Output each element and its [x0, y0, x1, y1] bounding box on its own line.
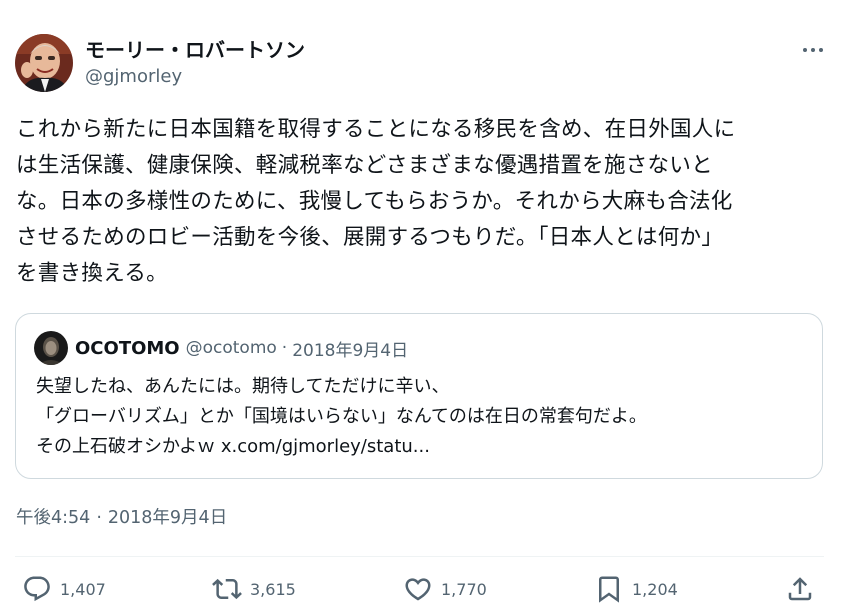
- bookmark-count: 1,204: [632, 579, 678, 599]
- retweet-count: 3,615: [250, 579, 296, 599]
- retweet-button[interactable]: 3,615: [212, 574, 296, 604]
- more-dot-icon: [811, 48, 815, 52]
- reply-button[interactable]: 1,407: [22, 574, 106, 604]
- like-button[interactable]: 1,770: [403, 574, 487, 604]
- reply-count: 1,407: [60, 579, 106, 599]
- tweet-text-line: は生活保護、健康保険、軽減税率などさまざまな優遇措置を施さないと: [16, 153, 713, 178]
- author-info: モーリー・ロバートソン @gjmorley: [85, 37, 305, 89]
- quoted-author-avatar[interactable]: [34, 331, 68, 365]
- action-bar: 1,407 3,615 1,770 1,204: [0, 570, 848, 610]
- timestamp-separator: ·: [96, 508, 102, 528]
- tweet-text-line: これから新たに日本国籍を取得することになる移民を含め、在日外国人に: [16, 117, 736, 142]
- tweet-date: 2018年9月4日: [107, 508, 228, 528]
- tweet-header: モーリー・ロバートソン @gjmorley: [15, 34, 830, 92]
- more-dot-icon: [803, 48, 807, 52]
- quoted-text-line: その上石破オシかよｗ x.com/gjmorley/statu...: [36, 436, 430, 457]
- author-avatar[interactable]: [15, 34, 73, 92]
- tweet: モーリー・ロバートソン @gjmorley これから新たに日本国籍を取得すること…: [0, 0, 848, 614]
- tweet-time: 午後4:54: [16, 508, 91, 528]
- actions-divider: [15, 556, 824, 557]
- bookmark-icon: [599, 576, 619, 603]
- quoted-tweet-text: 失望したね、あんたには。期待してただけに辛い、 「グローバリズム」とか「国境はい…: [36, 372, 647, 462]
- like-count: 1,770: [441, 579, 487, 599]
- more-options-button[interactable]: [796, 36, 830, 64]
- quoted-tweet-header: OCOTOMO @ocotomo · 2018年9月4日: [34, 330, 408, 366]
- reply-icon: [24, 576, 50, 602]
- tweet-text-line: を書き換える。: [16, 261, 168, 286]
- bookmark-button[interactable]: 1,204: [594, 574, 678, 604]
- heart-icon: [405, 578, 431, 601]
- author-display-name[interactable]: モーリー・ロバートソン: [85, 37, 305, 63]
- retweet-icon: [212, 578, 242, 600]
- tweet-text: これから新たに日本国籍を取得することになる移民を含め、在日外国人に は生活保護、…: [16, 112, 826, 292]
- share-button[interactable]: [785, 574, 815, 604]
- quoted-text-line: 失望したね、あんたには。期待してただけに辛い、: [36, 376, 450, 397]
- tweet-timestamp[interactable]: 午後4:54 · 2018年9月4日: [16, 504, 227, 529]
- quoted-tweet-date[interactable]: 2018年9月4日: [292, 336, 408, 361]
- more-dot-icon: [819, 48, 823, 52]
- tweet-text-line: な。日本の多様性のために、我慢してもらおうか。それから大麻も合法化: [16, 189, 733, 214]
- share-icon: [788, 577, 812, 601]
- quoted-separator: ·: [281, 338, 288, 358]
- quoted-text-line: 「グローバリズム」とか「国境はいらない」なんてのは在日の常套句だよ。: [36, 406, 647, 427]
- author-handle[interactable]: @gjmorley: [85, 65, 305, 89]
- tweet-text-line: させるためのロビー活動を今後、展開するつもりだ。「日本人とは何か」: [16, 225, 724, 250]
- quoted-tweet-card[interactable]: OCOTOMO @ocotomo · 2018年9月4日 失望したね、あんたには…: [15, 313, 823, 479]
- quoted-author-handle[interactable]: @ocotomo: [186, 338, 277, 358]
- quoted-author-display-name[interactable]: OCOTOMO: [75, 338, 180, 359]
